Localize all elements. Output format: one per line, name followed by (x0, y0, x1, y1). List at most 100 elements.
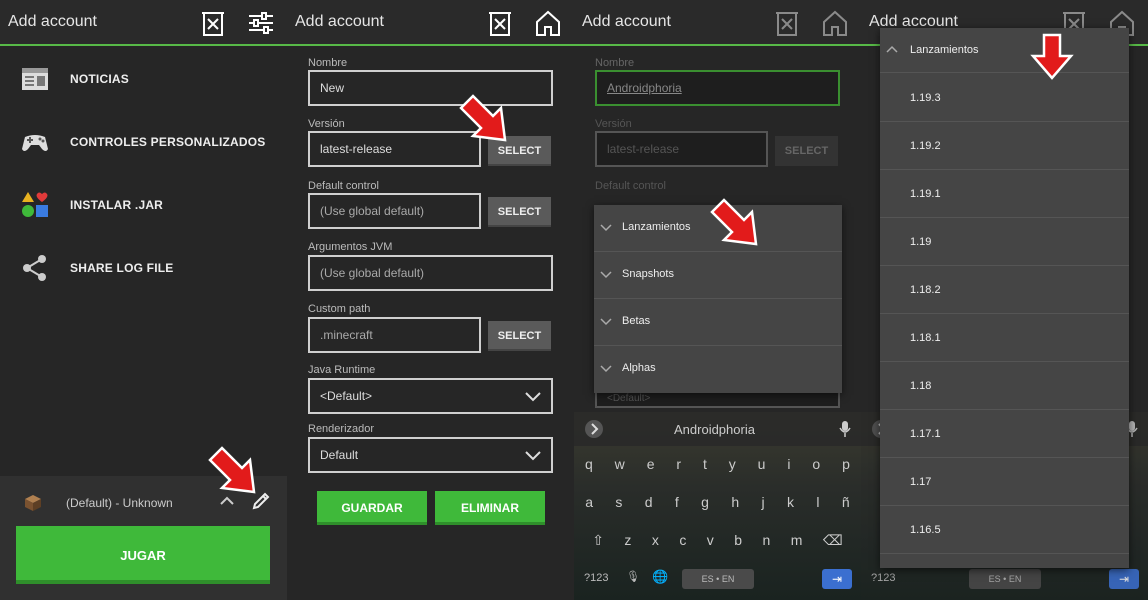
menu-item-controles[interactable]: CONTROLES PERSONALIZADOS (0, 117, 287, 167)
backspace-icon[interactable]: ⌫ (823, 532, 843, 549)
home-icon[interactable] (820, 8, 850, 38)
key[interactable]: g (701, 494, 709, 510)
menu-label: INSTALAR .JAR (70, 198, 164, 212)
play-button[interactable]: JUGAR (16, 526, 270, 584)
chevron-up-icon (886, 45, 898, 53)
keyboard-row-1: qwertyuiop (574, 456, 861, 472)
microphone-icon[interactable] (839, 420, 851, 438)
category-label: Snapshots (622, 268, 674, 280)
key[interactable]: d (645, 494, 653, 510)
space-bar[interactable]: ES • EN (682, 569, 754, 589)
jvm-args-input[interactable]: (Use global default) (308, 255, 553, 291)
category-item-betas[interactable]: Betas (594, 299, 842, 346)
settings-sliders-icon[interactable] (246, 8, 276, 38)
field-label: Argumentos JVM (308, 241, 393, 253)
menu-item-share-log[interactable]: SHARE LOG FILE (0, 243, 287, 293)
key[interactable]: e (647, 456, 655, 472)
key[interactable]: b (734, 532, 742, 549)
arrow-pointer-icon (710, 198, 758, 246)
key[interactable]: l (816, 494, 819, 510)
menu-item-noticias[interactable]: NOTICIAS (0, 54, 287, 104)
symbols-key[interactable]: ?123 (584, 572, 608, 584)
key[interactable]: q (585, 456, 593, 472)
field-label: Java Runtime (308, 364, 376, 376)
version-list-menu: Lanzamientos 1.19.3 1.19.2 1.19.1 1.19 1… (880, 28, 1129, 568)
key[interactable]: a (585, 494, 593, 510)
key[interactable]: h (731, 494, 739, 510)
delete-icon[interactable] (198, 8, 228, 38)
key[interactable]: c (679, 532, 686, 549)
key[interactable]: t (703, 456, 707, 472)
key[interactable]: i (787, 456, 790, 472)
delete-button[interactable]: ELIMINAR (435, 491, 545, 525)
symbols-key[interactable]: ?123 (871, 572, 895, 584)
page-title: Add account (295, 13, 384, 30)
enter-key-icon[interactable]: ⇥ (1109, 569, 1139, 589)
key[interactable]: n (762, 532, 770, 549)
key[interactable]: r (676, 456, 681, 472)
field-label: Renderizador (308, 423, 375, 435)
custom-path-input[interactable]: .minecraft (308, 317, 481, 353)
path-select-button[interactable]: SELECT (488, 321, 551, 351)
version-item[interactable]: 1.19.2 (880, 122, 1129, 170)
shift-icon[interactable]: ⇧ (592, 532, 604, 549)
delete-icon[interactable] (485, 8, 515, 38)
key[interactable]: w (615, 456, 625, 472)
key[interactable]: u (758, 456, 766, 472)
input-placeholder: (Use global default) (320, 266, 425, 280)
keyboard-row-2: asdfghjklñ (574, 494, 861, 510)
chevron-down-icon (525, 451, 541, 461)
control-select-button[interactable]: SELECT (488, 197, 551, 227)
on-screen-keyboard: Androidphoria q w e r t y u i o p a s d f g h j k l ñ ⇧ z x c… (574, 412, 861, 600)
version-label: 1.16.5 (910, 524, 941, 536)
menu-item-instalar-jar[interactable]: INSTALAR .JAR (0, 180, 287, 230)
version-item[interactable]: 1.19.3 (880, 74, 1129, 122)
version-item[interactable]: 1.19 (880, 218, 1129, 266)
profile-name: (Default) - Unknown (66, 496, 173, 510)
news-icon (20, 64, 50, 94)
java-runtime-dropdown[interactable]: <Default> (308, 378, 553, 414)
version-select-button[interactable]: SELECT (775, 136, 838, 166)
space-bar[interactable]: ES • EN (969, 569, 1041, 589)
key[interactable]: m (791, 532, 803, 549)
version-item[interactable]: 1.18.1 (880, 314, 1129, 362)
key[interactable]: j (762, 494, 765, 510)
input-value: latest-release (320, 142, 393, 156)
enter-key-icon[interactable]: ⇥ (822, 569, 852, 589)
version-item[interactable]: 1.16.5 (880, 506, 1129, 554)
key[interactable]: y (729, 456, 736, 472)
key[interactable]: s (615, 494, 622, 510)
control-input[interactable]: (Use global default) (308, 193, 481, 229)
delete-icon[interactable] (772, 8, 802, 38)
chevron-right-icon[interactable] (584, 419, 604, 439)
mic-key-icon[interactable]: 🎙 (626, 570, 640, 583)
version-input[interactable]: latest-release (308, 131, 481, 167)
name-input[interactable]: Androidphoria (595, 70, 840, 106)
version-category-panel: Add account Nombre Androidphoria Versión… (574, 0, 861, 600)
version-item[interactable]: 1.18.2 (880, 266, 1129, 314)
save-button[interactable]: GUARDAR (317, 491, 427, 525)
suggestion-word[interactable]: Androidphoria (674, 422, 755, 437)
version-input[interactable]: latest-release (595, 131, 768, 167)
version-item[interactable]: 1.17 (880, 458, 1129, 506)
key[interactable]: ñ (842, 494, 850, 510)
key[interactable]: k (787, 494, 794, 510)
category-item-alphas[interactable]: Alphas (594, 346, 842, 393)
version-item[interactable]: 1.17.1 (880, 410, 1129, 458)
chevron-down-icon (600, 365, 612, 373)
category-item-snapshots[interactable]: Snapshots (594, 252, 842, 299)
version-label: 1.19.3 (910, 92, 941, 104)
home-icon[interactable] (533, 8, 563, 38)
key[interactable]: o (812, 456, 820, 472)
version-item[interactable]: 1.18 (880, 362, 1129, 410)
renderer-dropdown[interactable]: Default (308, 437, 553, 473)
globe-icon[interactable]: 🌐 (652, 569, 668, 585)
version-item[interactable]: 1.19.1 (880, 170, 1129, 218)
key[interactable]: p (842, 456, 850, 472)
key[interactable]: z (624, 532, 631, 549)
key[interactable]: v (707, 532, 714, 549)
key[interactable]: x (652, 532, 659, 549)
key[interactable]: f (675, 494, 679, 510)
category-header[interactable]: Lanzamientos (880, 28, 1129, 73)
name-input[interactable]: New (308, 70, 553, 106)
